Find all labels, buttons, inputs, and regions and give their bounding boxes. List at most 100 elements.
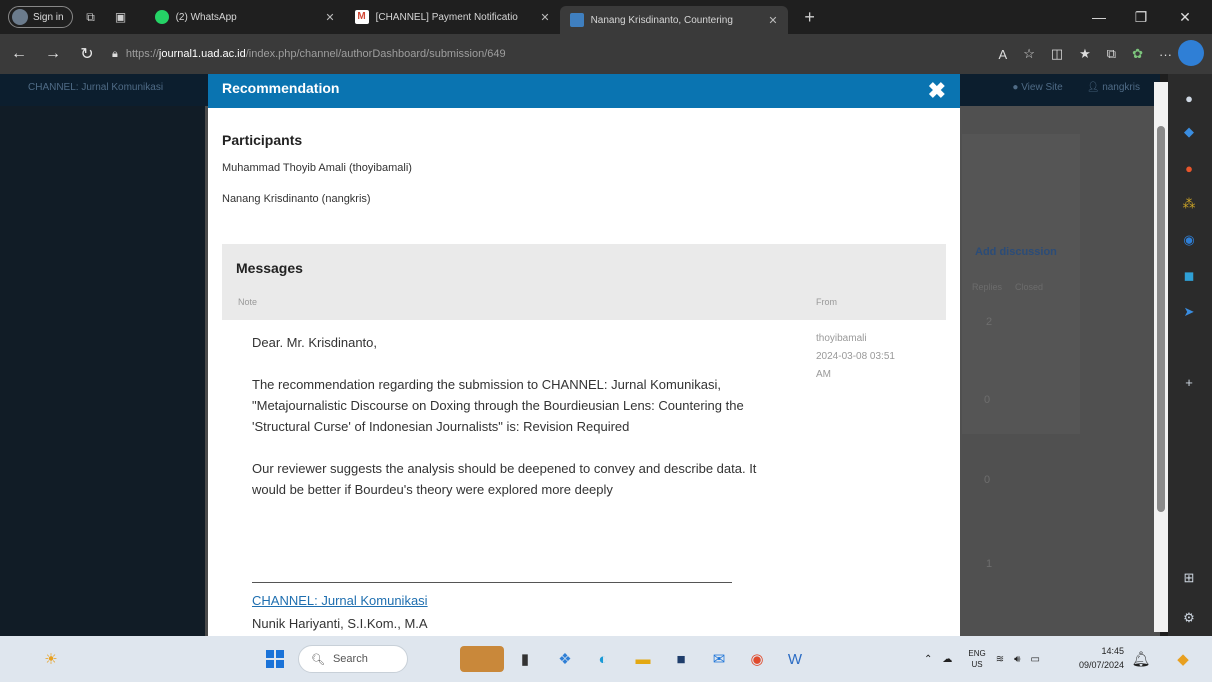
close-modal-icon[interactable]: ✖ (928, 78, 946, 104)
user-menu-link[interactable]: 👤︎ nangkris (1087, 82, 1140, 93)
task-view-icon[interactable]: ▮ (512, 646, 538, 672)
tab-title: [CHANNEL] Payment Notificatio (375, 11, 518, 23)
participant-item: Nanang Krisdinanto (nangkris) (222, 193, 371, 205)
bg-cell: 2 (986, 316, 993, 328)
address-toolbar: ← → ↻ 🔒︎ https://journal1.uad.ac.id/inde… (0, 34, 1212, 74)
bg-column-replies: Replies (972, 282, 1003, 292)
battery-icon[interactable]: ▭ (1030, 654, 1039, 665)
close-tab-icon[interactable]: ✕ (768, 14, 777, 27)
from-user: thoyibamali (816, 333, 867, 344)
edge-icon[interactable]: ◐ (590, 646, 616, 672)
copilot-icon[interactable] (1178, 40, 1204, 66)
volume-icon[interactable]: 🔊︎ (1014, 654, 1020, 665)
signature-name: Nunik Hariyanti, S.I.Kom., M.A (252, 616, 428, 631)
widget-icon[interactable] (460, 646, 504, 672)
tab-gmail[interactable]: M [CHANNEL] Payment Notificatio ✕ (345, 0, 560, 34)
signature-divider (252, 582, 732, 583)
url-field[interactable]: 🔒︎ https://journal1.uad.ac.id/index.php/… (112, 40, 832, 68)
view-site-link[interactable]: ● View Site (1012, 82, 1062, 93)
weather-icon[interactable]: ☀ (38, 646, 64, 672)
teams-icon[interactable]: ❖ (552, 646, 578, 672)
extension-icon[interactable]: ✿ (1132, 46, 1143, 62)
add-discussion-link: Add discussion (975, 246, 1057, 258)
from-date: 2024-03-08 03:51 (816, 351, 895, 362)
close-window-button[interactable]: ✕ (1166, 0, 1204, 34)
sidebar-layout-icon[interactable]: ⊞ (1179, 568, 1199, 588)
messages-heading: Messages (236, 260, 303, 276)
sidebar-tag-icon[interactable]: ◆ (1179, 122, 1199, 142)
more-menu-icon[interactable]: ··· (1159, 47, 1172, 62)
tab-whatsapp[interactable]: (2) WhatsApp ✕ (145, 0, 345, 34)
restore-button[interactable]: ❐ (1122, 0, 1160, 34)
tab-active-submission[interactable]: Nanang Krisdinanto, Countering ✕ (559, 6, 788, 34)
close-tab-icon[interactable]: ✕ (540, 11, 549, 24)
recommendation-modal: Recommendation ✖ Participants Muhammad T… (208, 74, 960, 636)
messages-section: Messages Note From Dear. Mr. Krisdinanto… (222, 244, 946, 636)
store-icon[interactable]: ■ (668, 646, 694, 672)
sidebar-shopping-icon[interactable]: ● (1179, 158, 1199, 178)
message-greeting: Dear. Mr. Krisdinanto, (252, 335, 377, 350)
profile-icon (12, 9, 28, 25)
sidebar-search-icon[interactable]: ● (1179, 88, 1199, 108)
close-tab-icon[interactable]: ✕ (325, 11, 334, 24)
chrome-icon[interactable]: ◉ (744, 646, 770, 672)
message-from: thoyibamali 2024-03-08 03:51 AM (816, 330, 936, 384)
edge-sidebar: ● ◆ ● ⁂ ◉ ◼ ➤ + ⊞ ⚙ (1168, 74, 1212, 636)
sidebar-tools-icon[interactable]: ⁂ (1179, 194, 1199, 214)
sidebar-outlook-icon[interactable]: ◼ (1179, 266, 1199, 286)
system-tray: ⌃ ☁ ENG US ≋ 🔊︎ ▭ (924, 636, 1040, 682)
participant-item: Muhammad Thoyib Amali (thoyibamali) (222, 162, 412, 174)
gmail-icon: M (354, 10, 369, 24)
signin-label: Sign in (33, 11, 64, 23)
modal-title: Recommendation (222, 80, 340, 96)
modal-header: Recommendation ✖ (208, 74, 960, 108)
sidebar-send-icon[interactable]: ➤ (1179, 302, 1199, 322)
profile-signin-button[interactable]: Sign in (8, 6, 73, 28)
refresh-icon[interactable]: ↻ (72, 39, 102, 69)
back-arrow-icon[interactable]: ← (4, 39, 34, 69)
messages-header: Messages Note From (222, 244, 946, 320)
mail-icon[interactable]: ✉ (706, 646, 732, 672)
message-paragraph: The recommendation regarding the submiss… (252, 377, 744, 434)
site-title: CHANNEL: Jurnal Komunikasi (28, 82, 164, 93)
clock-date: 09/07/2024 (1078, 660, 1124, 670)
collections-icon[interactable]: ⧉ (1107, 46, 1116, 62)
browser-tab-strip: Sign in ⧉ ▣ (2) WhatsApp ✕ M [CHANNEL] P… (0, 0, 1212, 34)
clock[interactable]: 14:45 09/07/2024 (1078, 644, 1124, 672)
sidebar-office-icon[interactable]: ◉ (1179, 230, 1199, 250)
notification-bell-icon[interactable]: 🔔︎ (1128, 646, 1154, 672)
tab-actions-icon[interactable]: ▣ (109, 5, 133, 29)
split-screen-icon[interactable]: ◫ (1051, 46, 1063, 62)
bg-cell: 0 (984, 474, 991, 486)
language-indicator[interactable]: ENG US (968, 648, 985, 670)
sidebar-settings-icon[interactable]: ⚙ (1179, 608, 1199, 628)
minimize-button[interactable]: — (1080, 0, 1118, 34)
copilot-taskbar-icon[interactable]: ◆ (1170, 646, 1196, 672)
left-navigation (0, 106, 205, 636)
favorite-star-icon[interactable]: ☆ (1023, 46, 1035, 62)
wifi-icon[interactable]: ≋ (996, 654, 1004, 665)
bg-column-closed: Closed (1015, 282, 1044, 292)
new-tab-button[interactable]: + (798, 5, 822, 29)
message-paragraph: Our reviewer suggests the analysis shoul… (252, 461, 757, 497)
header-links: ● View Site 👤︎ nangkris (1012, 82, 1140, 93)
workspaces-icon[interactable]: ⧉ (79, 5, 103, 29)
word-icon[interactable]: W (782, 646, 808, 672)
clock-time: 14:45 (1101, 646, 1124, 656)
file-explorer-icon[interactable]: ▬ (630, 646, 656, 672)
taskbar-search-input[interactable]: 🔍︎ Search (298, 645, 408, 673)
journal-favicon-icon (569, 13, 584, 27)
forward-arrow-icon[interactable]: → (38, 39, 68, 69)
bg-cell: 1 (986, 558, 993, 570)
show-hidden-icon[interactable]: ⌃ (924, 654, 932, 665)
windows-taskbar: ☀ 🔍︎ Search ▮ ❖ ◐ ▬ ■ ✉ ◉ W ⌃ ☁ ENG US ≋ … (0, 636, 1212, 682)
scrollbar-thumb[interactable] (1157, 126, 1165, 512)
read-aloud-icon[interactable]: A (999, 47, 1008, 62)
whatsapp-icon (154, 10, 169, 24)
lock-icon: 🔒︎ (112, 47, 118, 60)
favorites-icon[interactable]: ★ (1079, 46, 1091, 62)
start-button[interactable] (262, 646, 288, 672)
sidebar-add-icon[interactable]: + (1179, 372, 1199, 392)
network-cloud-icon[interactable]: ☁ (942, 654, 952, 665)
journal-link[interactable]: CHANNEL: Jurnal Komunikasi (252, 593, 428, 608)
